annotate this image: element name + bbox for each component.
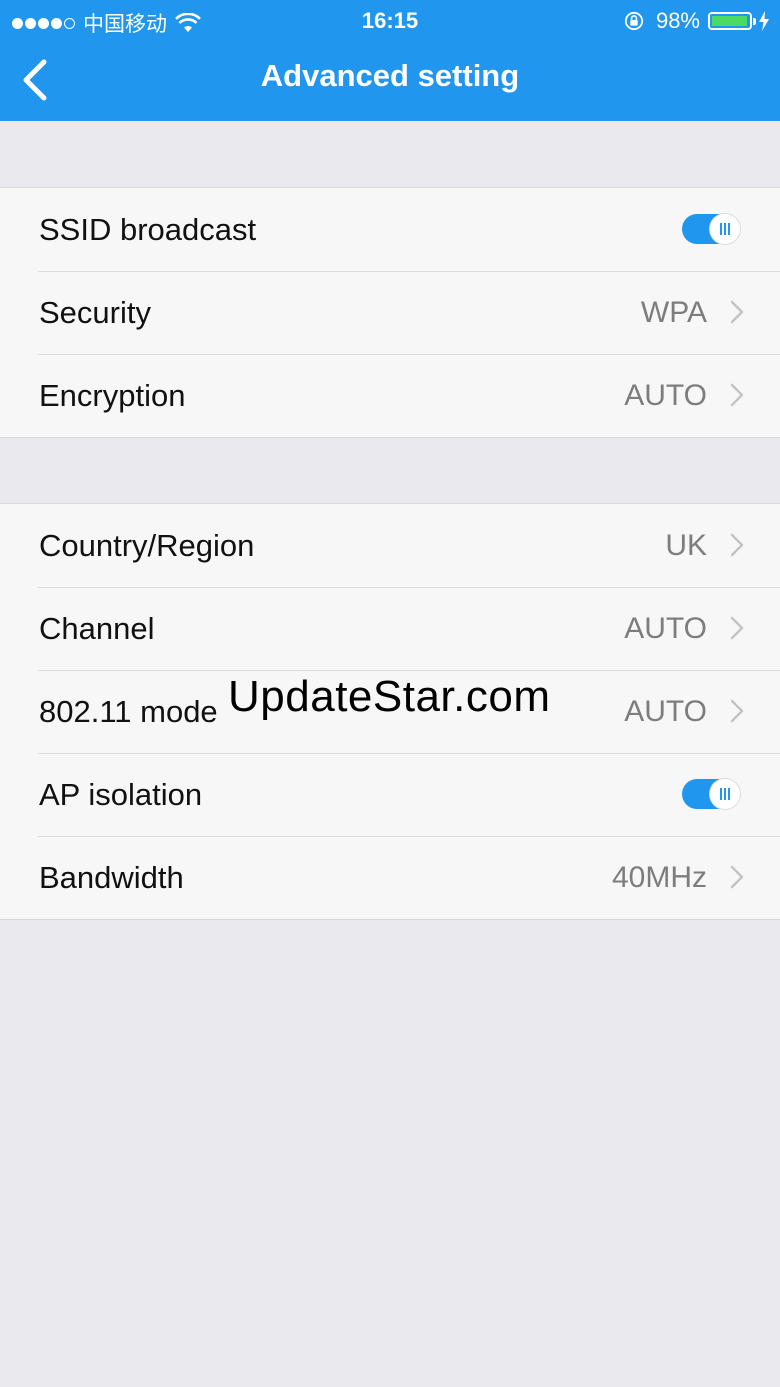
setting-row-ap-isolation[interactable]: AP isolation <box>0 753 780 836</box>
rotation-lock-icon <box>624 11 644 31</box>
setting-row-country-region[interactable]: Country/Region UK <box>0 504 780 587</box>
page-title: Advanced setting <box>260 58 520 93</box>
grip-line <box>728 223 730 235</box>
grip-line <box>720 223 722 235</box>
toggle-knob <box>710 214 740 244</box>
battery-cap <box>753 18 756 25</box>
setting-row-encryption[interactable]: Encryption AUTO <box>0 354 780 437</box>
grip-line <box>724 223 726 235</box>
chevron-right-icon <box>730 699 744 723</box>
setting-value: AUTO <box>624 695 707 728</box>
setting-value: 40MHz <box>611 861 707 894</box>
setting-label: Bandwidth <box>39 860 184 895</box>
setting-value: AUTO <box>624 379 707 412</box>
setting-label: Encryption <box>39 378 186 413</box>
charging-icon <box>759 11 769 31</box>
chevron-right-icon <box>730 865 744 889</box>
setting-row-bandwidth[interactable]: Bandwidth 40MHz <box>0 836 780 919</box>
setting-label: Channel <box>39 611 155 646</box>
setting-label: Country/Region <box>39 528 255 563</box>
nav-bar: 中国移动 16:15 98% Advanced setting <box>0 0 780 121</box>
setting-label: 802.11 mode <box>39 694 218 729</box>
setting-value: AUTO <box>624 612 707 645</box>
grip-line <box>728 788 730 800</box>
settings-group-wireless: SSID broadcast Security WPA Encryption AUTO <box>0 187 780 438</box>
toggle-grip-icon <box>720 788 730 800</box>
status-bar: 中国移动 16:15 98% <box>0 0 780 40</box>
setting-value: UK <box>665 529 707 562</box>
setting-row-security[interactable]: Security WPA <box>0 271 780 354</box>
setting-label: SSID broadcast <box>39 212 257 247</box>
ssid-broadcast-toggle[interactable] <box>682 214 740 244</box>
chevron-right-icon <box>730 383 744 407</box>
setting-label: AP isolation <box>39 777 203 812</box>
setting-row-ssid-broadcast[interactable]: SSID broadcast <box>0 188 780 271</box>
setting-label: Security <box>39 295 151 330</box>
chevron-right-icon <box>730 616 744 640</box>
battery-percent: 98% <box>655 8 700 33</box>
chevron-right-icon <box>730 533 744 557</box>
toggle-grip-icon <box>720 223 730 235</box>
status-right: 98% <box>624 8 770 34</box>
battery-fill <box>712 16 748 26</box>
grip-line <box>724 788 726 800</box>
ap-isolation-toggle[interactable] <box>682 779 740 809</box>
setting-value: WPA <box>640 296 707 329</box>
setting-row-channel[interactable]: Channel AUTO <box>0 587 780 670</box>
watermark: UpdateStar.com <box>228 672 551 721</box>
battery-icon <box>708 12 756 30</box>
chevron-right-icon <box>730 300 744 324</box>
grip-line <box>720 788 722 800</box>
toggle-knob <box>710 779 740 809</box>
